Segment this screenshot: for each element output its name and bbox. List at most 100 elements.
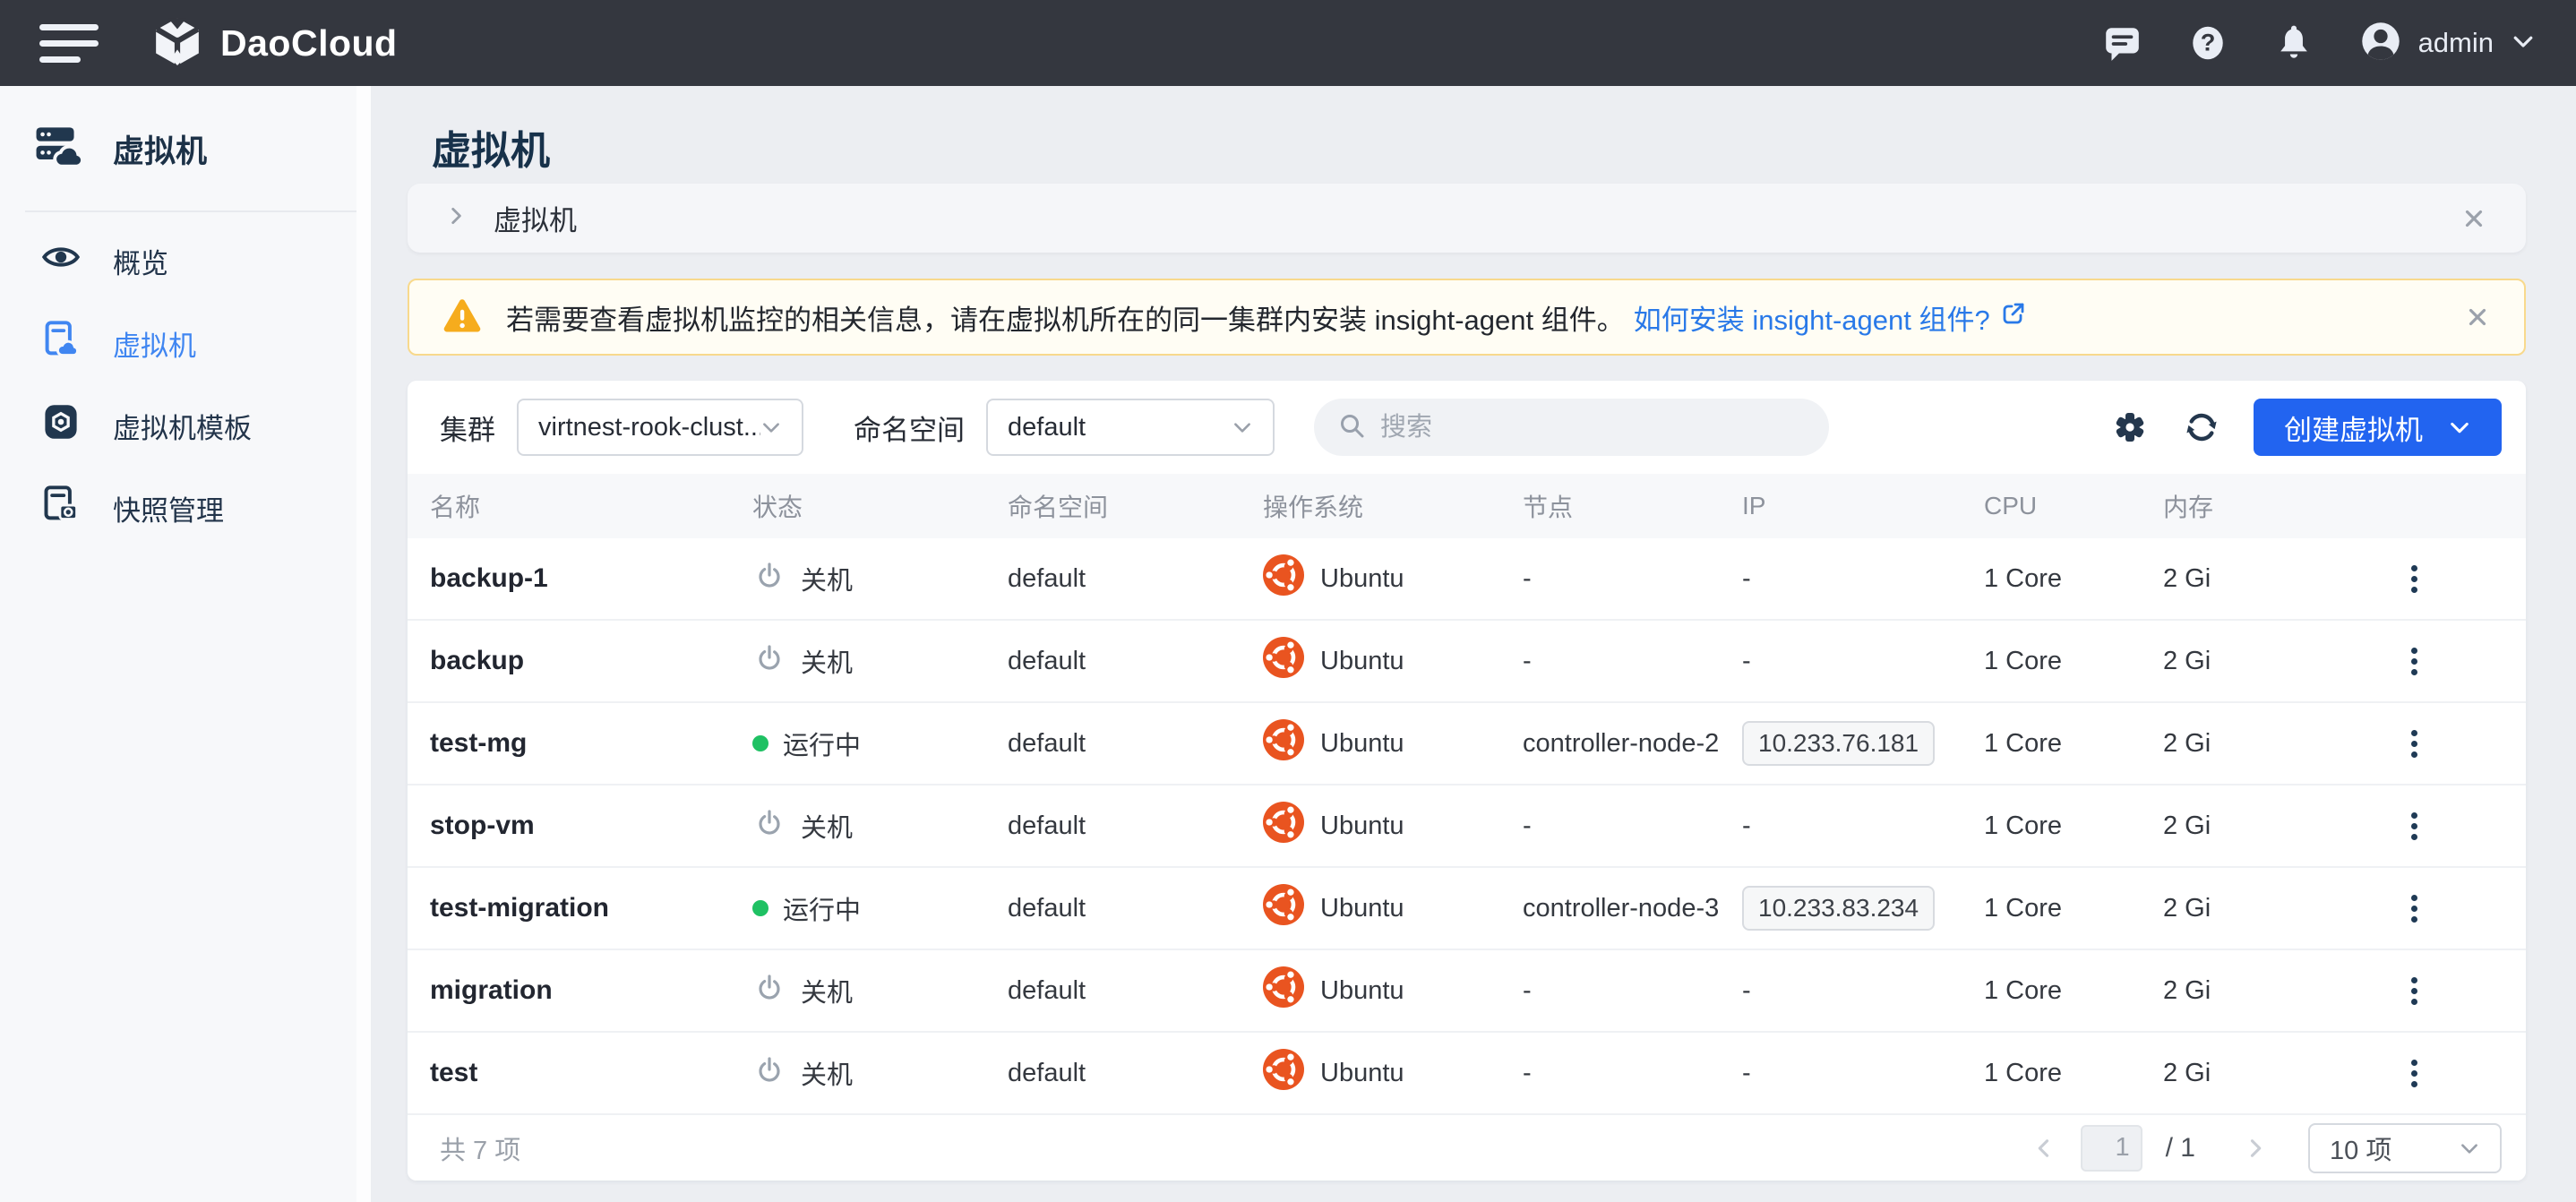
vm-name: migration bbox=[430, 975, 752, 1006]
chat-icon[interactable] bbox=[2101, 22, 2142, 64]
vm-actions bbox=[2347, 803, 2526, 850]
search-input[interactable] bbox=[1380, 413, 1806, 442]
user-menu[interactable]: admin bbox=[2359, 20, 2537, 67]
power-off-icon bbox=[752, 640, 786, 682]
refresh-icon[interactable] bbox=[2182, 408, 2221, 447]
vm-os-label: Ubuntu bbox=[1320, 894, 1404, 923]
kebab-menu-icon[interactable] bbox=[2399, 967, 2430, 1015]
vm-namespace: default bbox=[1008, 976, 1263, 1006]
vm-node: - bbox=[1523, 1059, 1742, 1088]
page-number-input[interactable] bbox=[2081, 1125, 2142, 1172]
table-row[interactable]: stop-vm 关机 default bbox=[408, 786, 2526, 868]
vm-memory: 2 Gi bbox=[2163, 1059, 2347, 1088]
vm-status: 关机 bbox=[752, 640, 1008, 682]
table-row[interactable]: backup 关机 default bbox=[408, 621, 2526, 703]
table-row[interactable]: migration 关机 default bbox=[408, 950, 2526, 1033]
cluster-select[interactable]: virtnest-rook-clust... bbox=[517, 399, 803, 456]
breadcrumb-close-icon[interactable] bbox=[2460, 204, 2488, 233]
vm-status: 关机 bbox=[752, 805, 1008, 846]
sidebar-item-label: 概览 bbox=[113, 241, 168, 281]
kebab-menu-icon[interactable] bbox=[2399, 803, 2430, 850]
vm-status: 运行中 bbox=[752, 889, 1008, 927]
table-body: backup-1 关机 default bbox=[408, 538, 2526, 1115]
vm-node: - bbox=[1523, 976, 1742, 1006]
column-header-namespace: 命名空间 bbox=[1008, 488, 1263, 524]
running-dot-icon bbox=[752, 735, 769, 751]
vm-namespace: default bbox=[1008, 647, 1263, 676]
alert-help-link[interactable]: 如何安装 insight-agent 组件? bbox=[1634, 297, 2026, 338]
vm-memory: 2 Gi bbox=[2163, 729, 2347, 759]
gear-icon[interactable] bbox=[2110, 408, 2150, 447]
chevron-down-icon bbox=[2448, 416, 2471, 439]
chevron-down-icon bbox=[2510, 28, 2537, 59]
vm-os-label: Ubuntu bbox=[1320, 647, 1404, 676]
kebab-menu-icon[interactable] bbox=[2399, 885, 2430, 932]
vm-namespace: default bbox=[1008, 729, 1263, 759]
vm-cpu: 1 Core bbox=[1984, 564, 2163, 594]
topbar-actions: ? bbox=[2101, 20, 2537, 67]
vm-ip: - bbox=[1742, 976, 1984, 1006]
vm-status: 关机 bbox=[752, 1052, 1008, 1094]
vm-memory: 2 Gi bbox=[2163, 564, 2347, 594]
table-row[interactable]: backup-1 关机 default bbox=[408, 538, 2526, 621]
column-header-node: 节点 bbox=[1523, 488, 1742, 524]
table-row[interactable]: test-mg 运行中 default bbox=[408, 703, 2526, 786]
vm-namespace: default bbox=[1008, 811, 1263, 841]
table-footer: 共 7 项 / 1 10 项 bbox=[408, 1115, 2526, 1181]
running-dot-icon bbox=[752, 900, 769, 916]
power-off-icon bbox=[752, 805, 786, 846]
page-total: / 1 bbox=[2166, 1133, 2195, 1163]
username: admin bbox=[2418, 27, 2494, 59]
page-size-select[interactable]: 10 项 bbox=[2308, 1123, 2502, 1173]
column-header-os: 操作系统 bbox=[1263, 488, 1523, 524]
kebab-menu-icon[interactable] bbox=[2399, 555, 2430, 603]
sidebar-gutter bbox=[356, 86, 371, 1202]
menu-icon[interactable] bbox=[39, 24, 99, 63]
kebab-menu-icon[interactable] bbox=[2399, 720, 2430, 768]
bell-icon[interactable] bbox=[2273, 22, 2314, 64]
ip-empty: - bbox=[1742, 1059, 1751, 1087]
ubuntu-icon bbox=[1263, 884, 1304, 932]
breadcrumb-item[interactable]: 虚拟机 bbox=[494, 198, 577, 238]
vm-status: 运行中 bbox=[752, 725, 1008, 762]
vm-status-label: 关机 bbox=[801, 1054, 853, 1092]
sidebar-item-overview[interactable]: 概览 bbox=[0, 219, 356, 302]
vm-cpu: 1 Core bbox=[1984, 976, 2163, 1006]
alert-close-icon[interactable] bbox=[2463, 303, 2492, 331]
brand-logo: DaoCloud bbox=[152, 16, 398, 71]
vm-memory: 2 Gi bbox=[2163, 647, 2347, 676]
vm-rack-cloud-icon bbox=[34, 122, 84, 176]
prev-page-icon[interactable] bbox=[2025, 1137, 2063, 1160]
vm-os: Ubuntu bbox=[1263, 637, 1523, 685]
screen: DaoCloud ? bbox=[0, 0, 2576, 1202]
sidebar-item-virtual-machines[interactable]: 虚拟机 bbox=[0, 302, 356, 384]
vm-status-label: 运行中 bbox=[783, 725, 861, 762]
brand-cube-icon bbox=[152, 16, 202, 71]
sidebar-item-snapshots[interactable]: 快照管理 bbox=[0, 467, 356, 549]
ip-empty: - bbox=[1742, 564, 1751, 593]
vm-actions bbox=[2347, 967, 2526, 1015]
ubuntu-icon bbox=[1263, 719, 1304, 768]
namespace-select[interactable]: default bbox=[986, 399, 1275, 456]
ubuntu-icon bbox=[1263, 637, 1304, 685]
table-header: 名称 状态 命名空间 操作系统 节点 IP CPU 内存 bbox=[408, 474, 2526, 538]
vm-namespace: default bbox=[1008, 894, 1263, 923]
help-icon[interactable]: ? bbox=[2187, 22, 2228, 64]
vm-ip: 10.233.76.181 bbox=[1742, 721, 1984, 766]
table-row[interactable]: test-migration 运行中 default bbox=[408, 868, 2526, 950]
vm-os: Ubuntu bbox=[1263, 802, 1523, 850]
vm-node: controller-node-2 bbox=[1523, 729, 1742, 759]
table-row[interactable]: test 关机 default bbox=[408, 1033, 2526, 1115]
vm-os-label: Ubuntu bbox=[1320, 811, 1404, 841]
power-off-icon bbox=[752, 1052, 786, 1094]
kebab-menu-icon[interactable] bbox=[2399, 638, 2430, 685]
vm-status-label: 关机 bbox=[801, 807, 853, 845]
create-vm-button[interactable]: 创建虚拟机 bbox=[2254, 399, 2502, 456]
kebab-menu-icon[interactable] bbox=[2399, 1050, 2430, 1097]
sidebar-item-vm-templates[interactable]: 虚拟机模板 bbox=[0, 384, 356, 467]
vm-os-label: Ubuntu bbox=[1320, 1059, 1404, 1088]
vm-cpu: 1 Core bbox=[1984, 729, 2163, 759]
vm-ip: - bbox=[1742, 811, 1984, 841]
ip-empty: - bbox=[1742, 811, 1751, 840]
next-page-icon[interactable] bbox=[2237, 1137, 2274, 1160]
